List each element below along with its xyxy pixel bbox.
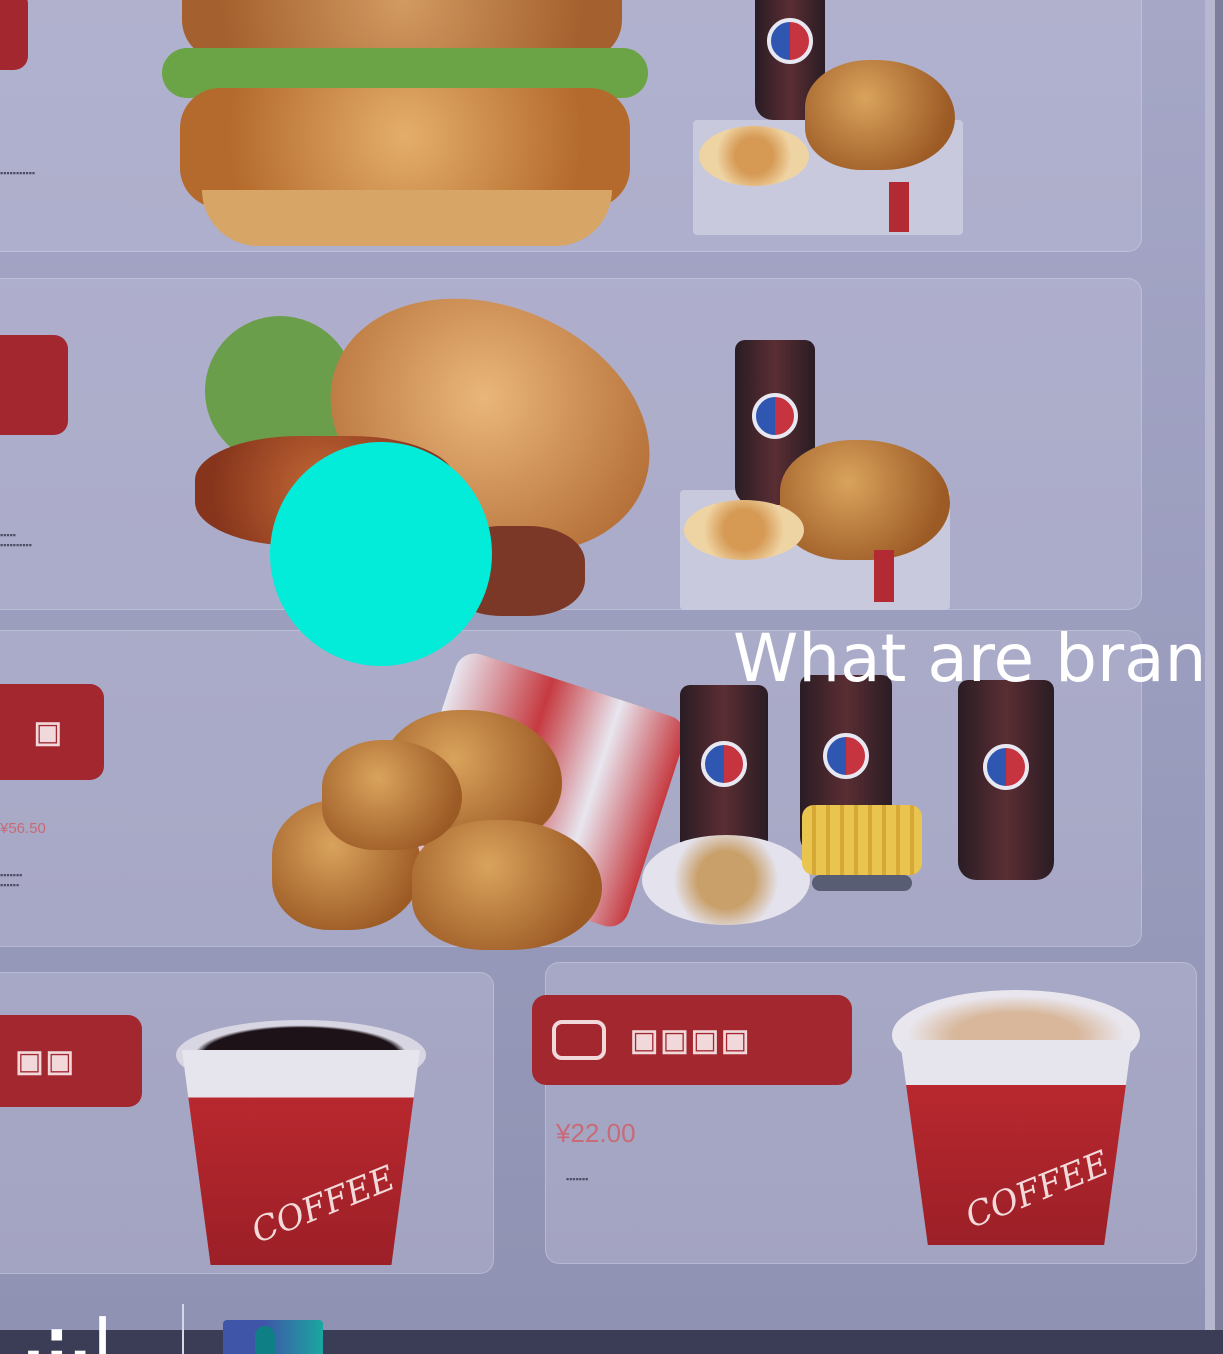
coffee-image-2: COFFEE [892, 990, 1142, 1245]
combo-image-2 [680, 330, 960, 610]
combo-image-1 [693, 0, 973, 240]
burger-image-1 [162, 0, 648, 250]
menu-tag-1 [0, 0, 28, 70]
video-frame: ▪▪▪▪▪▪▪▪▪▪▪ ▪▪▪▪▪ ▪▪▪▪▪▪▪▪▪▪ ▣ ¥56.50 ▪▪… [0, 0, 1223, 1354]
menu-desc-3: ▪▪▪▪▪▪▪ ▪▪▪▪▪▪ [0, 870, 23, 890]
brand-divider [182, 1304, 184, 1354]
coffee-price: ¥22.00 [556, 1118, 636, 1148]
menu-desc-1: ▪▪▪▪▪▪▪▪▪▪▪ [0, 168, 36, 178]
menu-tag-4: ▣▣ [0, 1015, 142, 1107]
menu-tag-5: ▣▣▣▣ [532, 995, 852, 1085]
bucket-image [262, 648, 691, 950]
menu-desc-2: ▪▪▪▪▪ ▪▪▪▪▪▪▪▪▪▪ [0, 530, 32, 550]
menu-desc-5: ▪▪▪▪▪▪▪ [566, 1174, 589, 1184]
robot-icon [552, 1020, 606, 1060]
drinks-sides-image [640, 665, 1070, 955]
coffee-image-1: COFFEE [172, 1020, 430, 1265]
caption-text: What are bran [733, 620, 1207, 697]
accent-dot [270, 442, 492, 666]
bucket-price: ¥56.50 [0, 820, 46, 837]
brand-wordmark-fragment: .:.| [22, 1307, 114, 1354]
menu-tag-5-label: ▣▣▣▣ [630, 1023, 752, 1057]
menu-tag-2 [0, 335, 68, 435]
menu-tag-3: ▣ [0, 684, 104, 780]
brand-logo-icon [223, 1320, 323, 1354]
